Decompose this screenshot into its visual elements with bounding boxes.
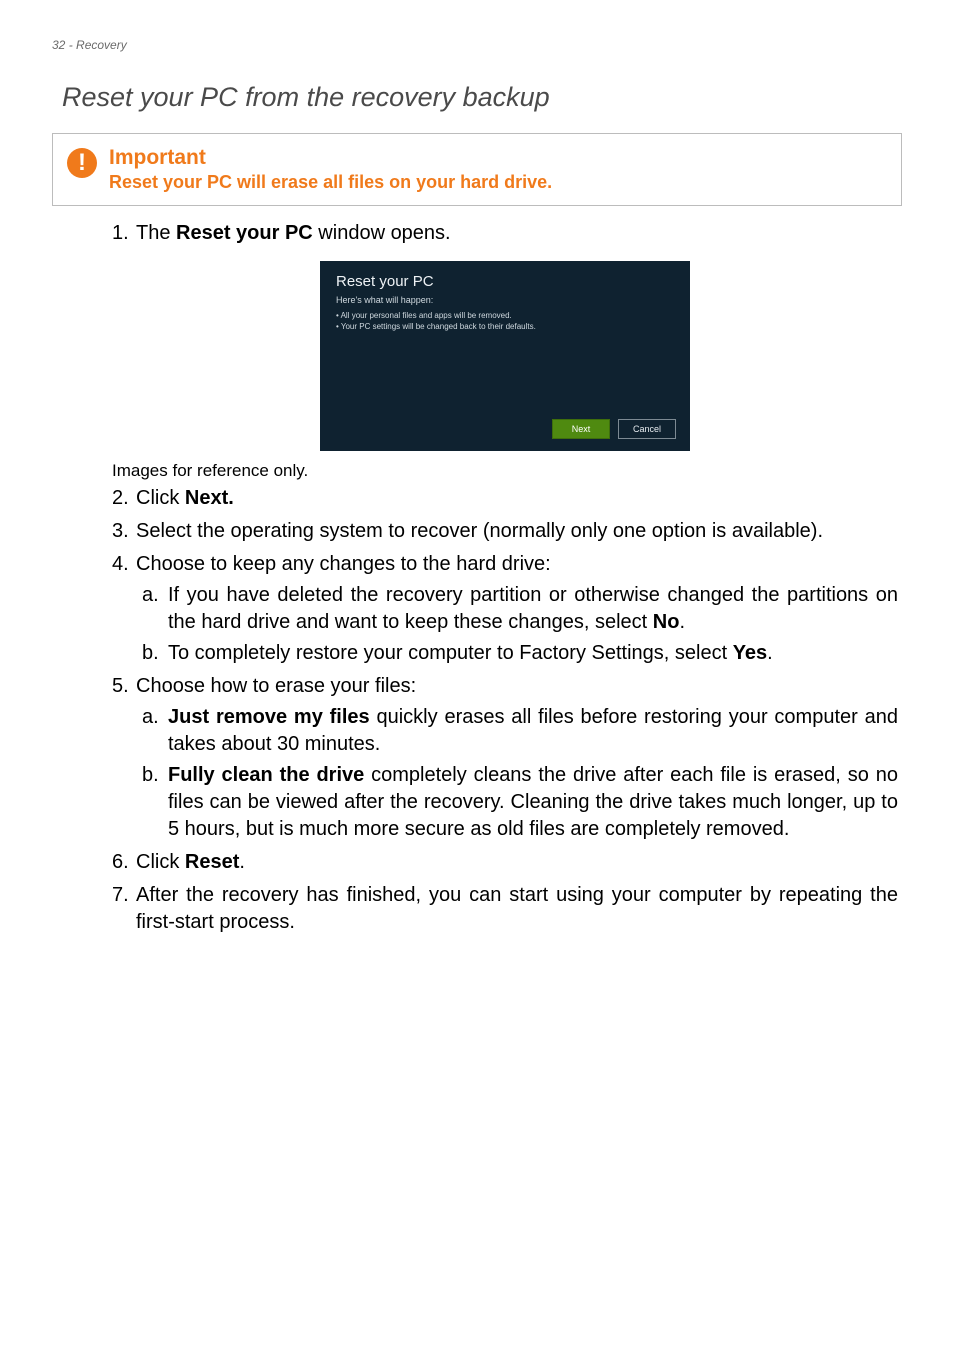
important-box: ! Important Reset your PC will erase all… <box>52 133 902 206</box>
screenshot-bullets: • All your personal files and apps will … <box>320 310 690 332</box>
page-title: Reset your PC from the recovery backup <box>62 82 902 113</box>
screenshot-bullet-1: • All your personal files and apps will … <box>336 310 674 321</box>
body-content: 1. The Reset your PC window opens. Reset… <box>112 220 898 936</box>
important-text: Important Reset your PC will erase all f… <box>109 146 552 193</box>
screenshot-title: Reset your PC <box>320 261 690 292</box>
step-6: 6. Click Reset. <box>112 849 898 876</box>
page: 32 - Recovery Reset your PC from the rec… <box>0 0 954 1352</box>
cancel-button[interactable]: Cancel <box>618 419 676 439</box>
screenshot-subtitle: Here's what will happen: <box>320 292 690 310</box>
important-icon: ! <box>67 148 97 178</box>
step-4: 4. Choose to keep any changes to the har… <box>112 551 898 667</box>
step-5b: b. Fully clean the drive completely clea… <box>142 762 898 843</box>
step-7: 7. After the recovery has finished, you … <box>112 882 898 936</box>
screenshot-reset-pc: Reset your PC Here's what will happen: •… <box>320 261 690 451</box>
image-caption: Images for reference only. <box>112 461 898 481</box>
page-number: 32 <box>52 38 65 52</box>
step-4b: b. To completely restore your computer t… <box>142 640 898 667</box>
step-5: 5. Choose how to erase your files: a. Ju… <box>112 673 898 843</box>
step-5a: a. Just remove my files quickly erases a… <box>142 704 898 758</box>
page-header: 32 - Recovery <box>52 38 902 52</box>
step-2: 2. Click Next. <box>112 485 898 512</box>
screenshot-bullet-2: • Your PC settings will be changed back … <box>336 321 674 332</box>
step-1: 1. The Reset your PC window opens. <box>112 220 898 247</box>
important-body: Reset your PC will erase all files on yo… <box>109 172 552 193</box>
important-heading: Important <box>109 146 552 170</box>
step-3: 3. Select the operating system to recove… <box>112 518 898 545</box>
next-button[interactable]: Next <box>552 419 610 439</box>
header-section: Recovery <box>76 38 127 52</box>
step-4a: a. If you have deleted the recovery part… <box>142 582 898 636</box>
